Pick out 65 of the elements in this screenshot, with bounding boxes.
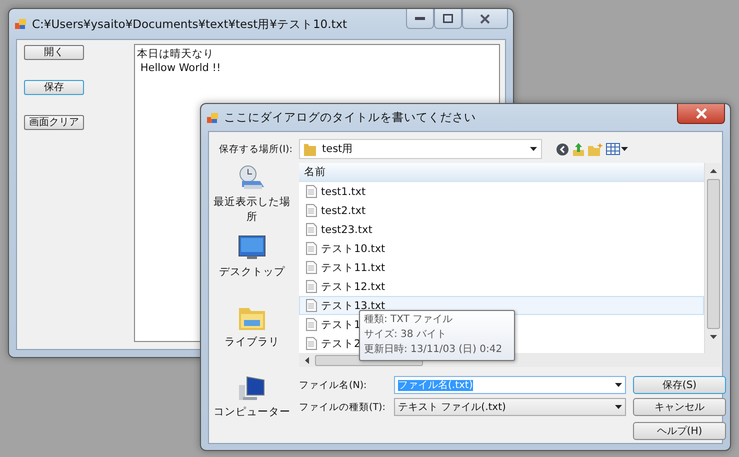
maximize-icon (443, 14, 453, 23)
form-button[interactable]: 画面クリア (24, 115, 84, 130)
maximize-button[interactable] (434, 9, 462, 29)
tooltip-line: サイズ: 38 バイト (364, 328, 448, 342)
file-type-dropdown[interactable]: テキスト ファイル(.txt) (394, 398, 626, 416)
scroll-thumb[interactable] (706, 179, 720, 329)
file-name-label: ファイル名(N): (299, 378, 368, 392)
file-name[interactable]: テスト13.txt (321, 298, 386, 312)
view-menu-icon[interactable] (606, 143, 628, 155)
file-name[interactable]: test2.txt (321, 204, 366, 216)
save-in-label: 保存する場所(I): (218, 142, 294, 156)
place-item[interactable]: 最近表示した場所 (211, 195, 293, 225)
scroll-down-icon[interactable] (710, 335, 716, 339)
dialog-title: ここにダイアログのタイトルを書いてください (224, 110, 476, 125)
minimize-icon (415, 17, 425, 20)
text-line: Hellow World !! (139, 61, 222, 75)
file-name[interactable]: test23.txt (321, 224, 372, 236)
window-title: C:¥Users¥ysaito¥Documents¥text¥test用¥テスト10.txt (32, 16, 348, 32)
minimize-button[interactable] (406, 9, 434, 29)
dropdown-arrow-icon[interactable] (615, 383, 622, 387)
close-button[interactable] (462, 9, 508, 29)
document-icon (306, 299, 317, 312)
dropdown-arrow-icon[interactable] (615, 405, 622, 409)
file-name[interactable]: テスト10.txt (321, 242, 386, 256)
place-item[interactable]: コンピューター (214, 405, 290, 420)
document-icon (306, 204, 317, 217)
file-name[interactable]: テスト1 (321, 318, 361, 332)
back-icon[interactable] (556, 142, 569, 156)
dropdown-arrow-icon[interactable] (530, 147, 537, 151)
text-line: 本日は晴天なり (137, 47, 215, 61)
help-button[interactable]: ヘルプ(H) (633, 422, 726, 440)
file-name[interactable]: テスト11.txt (321, 260, 386, 274)
document-icon (306, 280, 317, 293)
close-icon (480, 14, 490, 24)
scroll-left-icon[interactable] (305, 356, 309, 364)
close-icon (696, 108, 706, 119)
document-icon (306, 337, 317, 350)
document-icon (306, 242, 317, 255)
document-icon (306, 318, 317, 331)
app-icon (15, 18, 27, 30)
computer-icon (238, 375, 266, 401)
file-type-label: ファイルの種類(T): (299, 400, 386, 414)
close-button[interactable] (677, 104, 725, 124)
document-icon (306, 185, 317, 198)
place-item[interactable]: デスクトップ (219, 265, 285, 280)
app-icon (207, 112, 219, 124)
library-icon (238, 305, 266, 331)
recent-places-icon (238, 165, 266, 191)
tooltip-line: 更新日時: 13/11/03 (日) 0:42 (364, 342, 504, 357)
file-name[interactable]: test1.txt (321, 186, 366, 198)
desktop-icon (238, 235, 266, 261)
file-name[interactable]: テスト12.txt (321, 280, 386, 294)
name-column-header[interactable]: 名前 (299, 163, 704, 182)
document-icon (306, 223, 317, 236)
save-button[interactable]: 保存(S) (633, 376, 726, 394)
document-icon (306, 261, 317, 274)
form-button[interactable]: 開く (24, 45, 84, 60)
scroll-up-icon[interactable] (710, 169, 716, 173)
folder-icon (304, 142, 316, 156)
cancel-button[interactable]: キャンセル (633, 398, 726, 416)
form-button[interactable]: 保存 (24, 80, 84, 95)
save-in-dropdown[interactable]: test用 (299, 139, 542, 159)
place-item[interactable]: ライブラリ (224, 335, 280, 350)
tooltip-line: 種類: TXT ファイル (364, 312, 454, 327)
vertical-scrollbar[interactable] (704, 163, 721, 353)
